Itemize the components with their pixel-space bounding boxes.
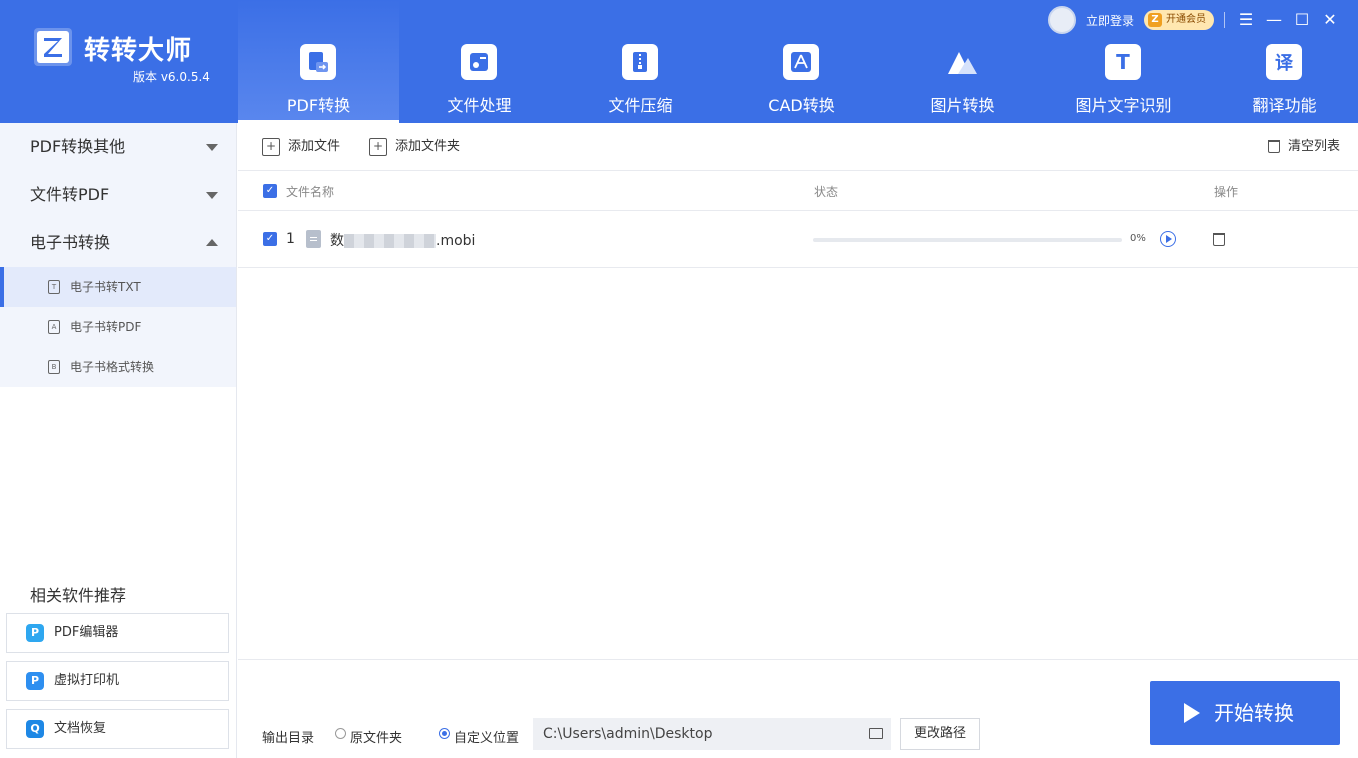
- app-logo-icon: [34, 28, 72, 66]
- app-version: 版本 v6.0.5.4: [133, 70, 210, 84]
- radio-custom-location[interactable]: [439, 728, 450, 739]
- printer-icon: P: [26, 672, 44, 690]
- book-file-icon: B: [48, 360, 60, 374]
- tab-label: PDF转换: [286, 96, 351, 115]
- radio-label: 原文件夹: [350, 731, 403, 746]
- recommend-virtual-printer[interactable]: P 虚拟打印机: [6, 661, 229, 701]
- vip-logo-icon: Z: [1148, 13, 1162, 27]
- progress-text: 0%: [1130, 233, 1146, 244]
- change-path-button[interactable]: 更改路径: [900, 718, 980, 750]
- translate-icon: 译: [1266, 44, 1302, 80]
- play-icon: [1182, 703, 1200, 723]
- recommend-title: 相关软件推荐: [30, 586, 127, 605]
- col-action: 操作: [1214, 185, 1239, 199]
- tab-pdf-convert[interactable]: PDF转换: [238, 0, 399, 123]
- tab-cad[interactable]: CAD转换: [721, 0, 882, 123]
- progress-bar: [813, 238, 1122, 242]
- table-row: ✓ 1 数 .mobi 0%: [238, 211, 1358, 268]
- sidebar-group-ebook[interactable]: 电子书转换: [0, 219, 236, 267]
- start-convert-button[interactable]: 开始转换: [1150, 681, 1340, 745]
- tab-label: 图片文字识别: [1075, 96, 1172, 115]
- tab-label: 文件压缩: [608, 96, 673, 115]
- add-folder-icon: +: [369, 138, 387, 156]
- user-area: 立即登录 Z 开通会员 ☰ — ☐ ✕: [1038, 6, 1358, 34]
- radio-label: 自定义位置: [454, 731, 520, 746]
- tab-label: 图片转换: [930, 96, 995, 115]
- trash-icon[interactable]: [1213, 233, 1225, 246]
- image-icon: [944, 44, 980, 80]
- output-label: 输出目录: [262, 731, 315, 746]
- close-icon[interactable]: ✕: [1318, 8, 1342, 32]
- file-process-icon: [461, 44, 497, 80]
- sidebar-item-ebook-to-pdf[interactable]: A 电子书转PDF: [0, 307, 236, 347]
- txt-file-icon: T: [48, 280, 60, 294]
- tab-label: CAD转换: [768, 96, 835, 115]
- sidebar-item-ebook-to-txt[interactable]: T 电子书转TXT: [0, 267, 236, 307]
- pdf-editor-icon: P: [26, 624, 44, 642]
- output-bar: 输出目录 原文件夹 自定义位置 更改路径 开始转换: [238, 659, 1358, 758]
- tab-label: 翻译功能: [1252, 96, 1317, 115]
- pdf-convert-icon: [300, 44, 336, 80]
- sidebar-group-pdf-other[interactable]: PDF转换其他: [0, 123, 236, 171]
- sidebar-item-ebook-format[interactable]: B 电子书格式转换: [0, 347, 236, 387]
- table-header: ✓ 文件名称 状态 操作: [238, 171, 1358, 211]
- select-all-checkbox[interactable]: ✓: [263, 184, 277, 198]
- file-zip-icon: [622, 44, 658, 80]
- add-file-icon: +: [262, 138, 280, 156]
- minimize-icon[interactable]: —: [1262, 8, 1286, 32]
- row-checkbox[interactable]: ✓: [263, 232, 277, 246]
- row-index: 1: [286, 231, 295, 247]
- chevron-up-icon: [206, 239, 218, 246]
- tab-label: 文件处理: [447, 96, 512, 115]
- file-name: 数 .mobi: [330, 233, 476, 249]
- add-folder-button[interactable]: + 添加文件夹: [369, 137, 460, 157]
- add-file-button[interactable]: + 添加文件: [262, 137, 340, 157]
- menu-icon[interactable]: ☰: [1234, 8, 1258, 32]
- ocr-icon: T: [1105, 44, 1141, 80]
- sidebar-group-file-to-pdf[interactable]: 文件转PDF: [0, 171, 236, 219]
- chevron-down-icon: [206, 144, 218, 151]
- output-path-input[interactable]: [533, 718, 891, 750]
- col-filename: 文件名称: [286, 185, 335, 199]
- divider: [1224, 12, 1225, 28]
- recovery-icon: Q: [26, 720, 44, 738]
- clear-list-button[interactable]: 清空列表: [1267, 137, 1340, 157]
- app-name: 转转大师: [84, 36, 193, 66]
- col-status: 状态: [814, 185, 839, 199]
- file-icon: [306, 230, 321, 248]
- play-icon[interactable]: [1160, 231, 1176, 247]
- chevron-down-icon: [206, 192, 218, 199]
- login-link[interactable]: 立即登录: [1086, 12, 1134, 29]
- recommend-doc-recovery[interactable]: Q 文档恢复: [6, 709, 229, 749]
- maximize-icon[interactable]: ☐: [1290, 8, 1314, 32]
- tab-image-convert[interactable]: 图片转换: [882, 0, 1043, 123]
- vip-badge[interactable]: Z 开通会员: [1144, 10, 1214, 30]
- pdf-file-icon: A: [48, 320, 60, 334]
- redacted-text: [344, 234, 436, 248]
- cad-icon: [783, 44, 819, 80]
- avatar[interactable]: [1048, 6, 1076, 34]
- trash-icon: [1267, 140, 1280, 153]
- radio-original-folder[interactable]: [335, 728, 346, 739]
- recommend-pdf-editor[interactable]: P PDF编辑器: [6, 613, 229, 653]
- app-header: 转转大师 版本 v6.0.5.4 PDF转换 文件处理 文件压缩 CAD转换 图…: [0, 0, 1358, 123]
- toolbar: + 添加文件 + 添加文件夹 清空列表: [238, 123, 1358, 171]
- folder-icon[interactable]: [869, 728, 883, 739]
- tab-file-process[interactable]: 文件处理: [399, 0, 560, 123]
- tab-file-zip[interactable]: 文件压缩: [560, 0, 721, 123]
- sidebar: PDF转换其他 文件转PDF 电子书转换 T 电子书转TXT A 电子书转PDF…: [0, 123, 237, 758]
